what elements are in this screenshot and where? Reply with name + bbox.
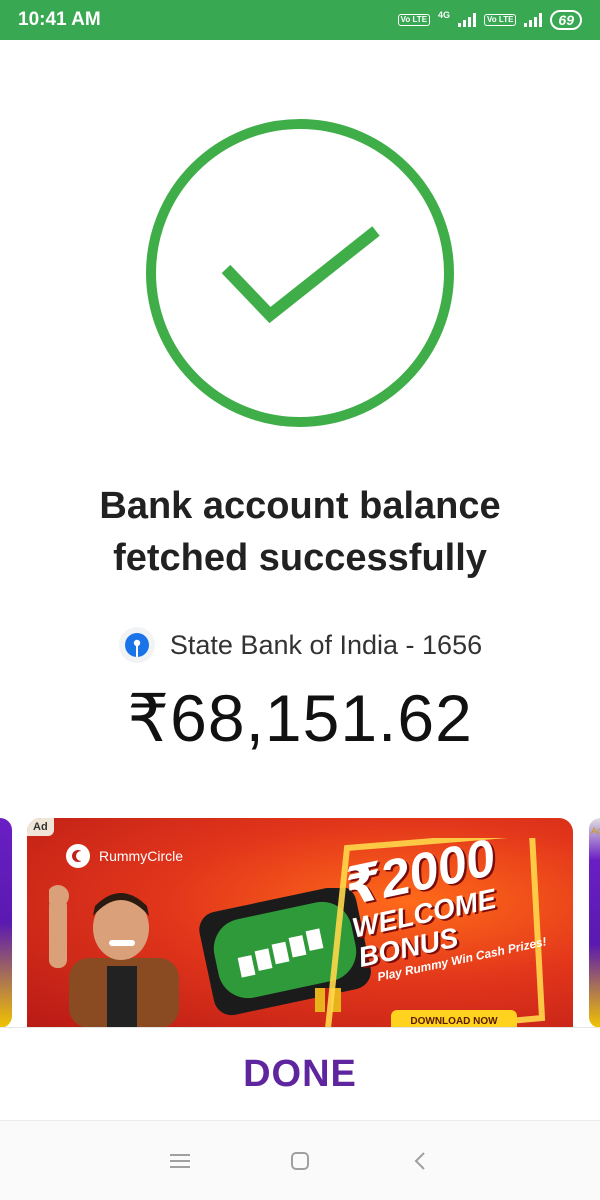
- status-bar: 10:41 AM Vo LTE 4G Vo LTE 69: [0, 0, 600, 40]
- done-button[interactable]: DONE: [243, 1053, 357, 1096]
- ad-tag: Ad: [27, 818, 54, 836]
- ad-brand-name: RummyCircle: [99, 848, 183, 864]
- signal-sim1-icon: [458, 13, 477, 27]
- system-nav-bar: [0, 1120, 600, 1200]
- bank-account-row: State Bank of India - 1656: [0, 626, 600, 664]
- rummycircle-logo-icon: [66, 844, 90, 868]
- signal-sim2-icon: [524, 13, 543, 27]
- battery-icon: 69: [550, 10, 582, 30]
- bank-account-label: State Bank of India - 1656: [169, 629, 483, 660]
- balance-amount: ₹68,151.62: [127, 681, 473, 755]
- ad-peek-next[interactable]: Ad: [589, 818, 600, 1028]
- back-button[interactable]: [400, 1141, 440, 1181]
- ad-banner[interactable]: Ad RummyCircle ₹2000 WELCOME BONUS Play …: [27, 818, 573, 1028]
- result-title: Bank account balance fetched successfull…: [0, 480, 600, 584]
- result-title-line1: Bank account balance: [99, 485, 501, 527]
- menu-button[interactable]: [160, 1141, 200, 1181]
- home-square-icon: [291, 1151, 309, 1170]
- status-icons: Vo LTE 4G Vo LTE 69: [397, 10, 582, 30]
- result-title-line2: fetched successfully: [113, 537, 487, 579]
- back-chevron-icon: [414, 1151, 425, 1170]
- ad-download-button[interactable]: DOWNLOAD NOW: [391, 1010, 517, 1028]
- check-circle-icon: [146, 119, 454, 427]
- ad-person-illustration: [49, 885, 179, 1028]
- volte-sim1-icon: Vo LTE: [397, 14, 431, 26]
- network-type-label: 4G: [438, 10, 451, 20]
- ad-next-tag: Ad: [591, 826, 600, 836]
- menu-icon: [170, 1153, 190, 1168]
- ad-peek-previous[interactable]: [0, 818, 12, 1028]
- ad-brand: RummyCircle: [65, 843, 183, 869]
- home-button[interactable]: [280, 1141, 320, 1181]
- status-time: 10:41 AM: [18, 9, 101, 30]
- done-bar: DONE: [0, 1027, 600, 1120]
- sbi-logo-icon: [118, 627, 155, 663]
- volte-sim2-icon: Vo LTE: [484, 14, 517, 26]
